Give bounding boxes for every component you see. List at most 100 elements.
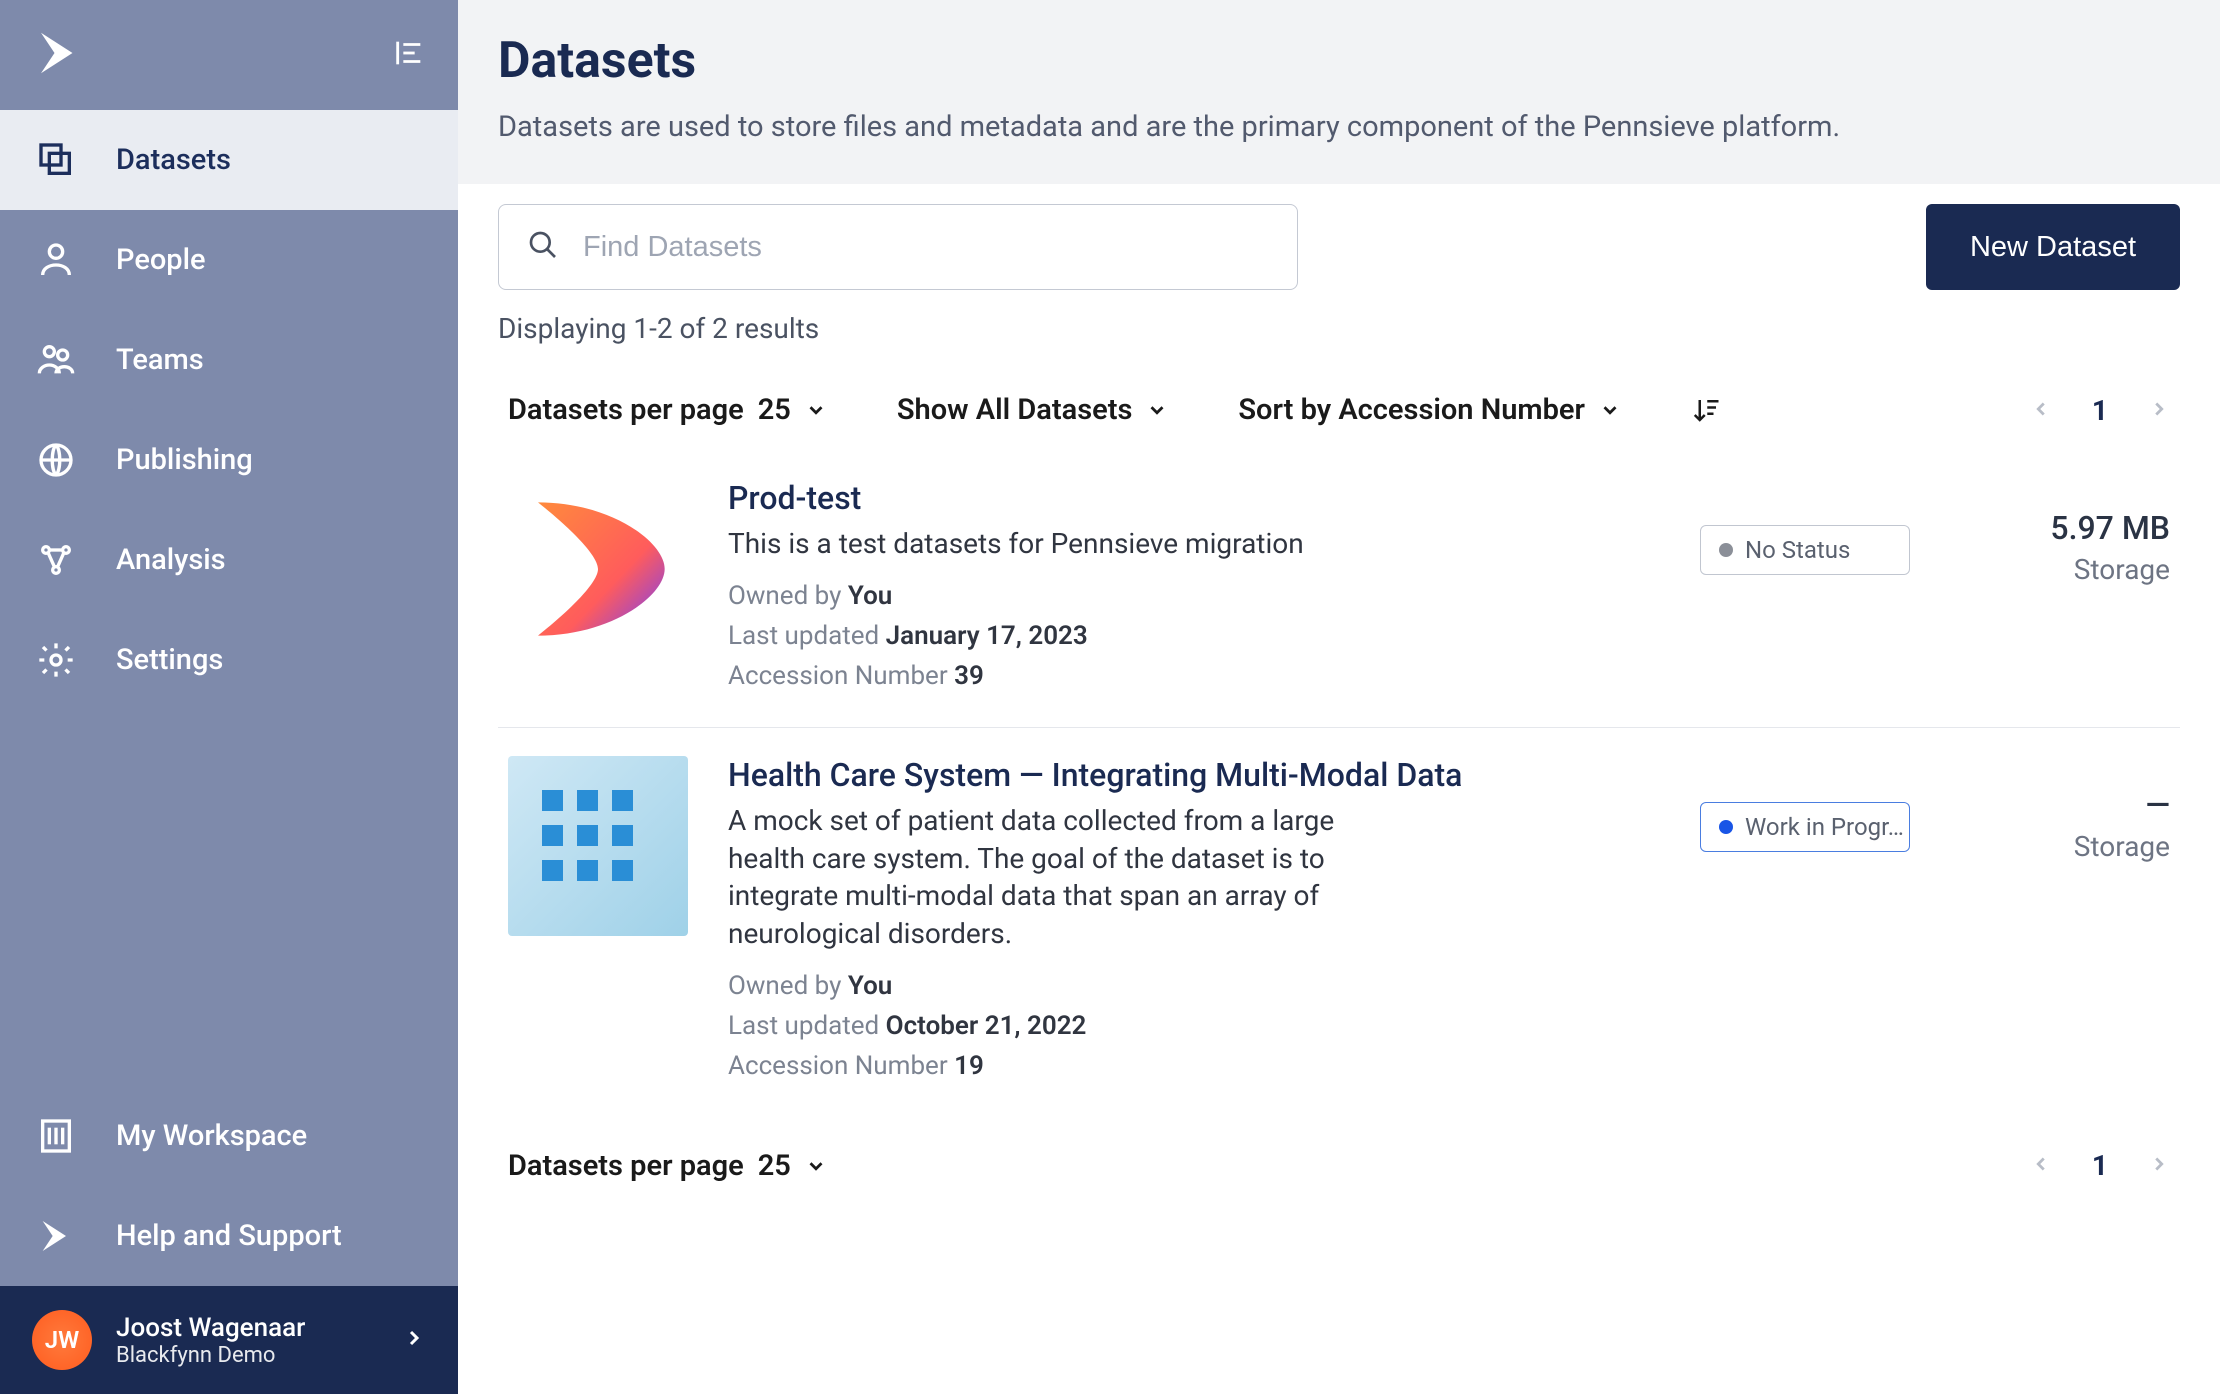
chevron-down-icon <box>805 1155 827 1177</box>
graph-icon <box>36 540 76 580</box>
sidebar-nav: Datasets People Teams Publishing <box>0 110 458 1286</box>
search-icon <box>527 229 559 265</box>
user-footer[interactable]: JW Joost Wagenaar Blackfynn Demo <box>0 1286 458 1394</box>
status-text: No Status <box>1745 536 1850 564</box>
pager-page[interactable]: 1 <box>2092 394 2108 427</box>
sort-dropdown[interactable]: Sort by Accession Number <box>1238 393 1621 427</box>
dataset-description: A mock set of patient data collected fro… <box>728 802 1418 953</box>
dataset-status-col: No Status <box>1700 479 1930 691</box>
pager-prev-icon[interactable] <box>2030 1149 2052 1182</box>
sidebar-item-label: Publishing <box>116 443 253 477</box>
dataset-body: Health Care System — Integrating Multi-M… <box>728 756 1660 1081</box>
dataset-row[interactable]: Health Care System — Integrating Multi-M… <box>498 728 2180 1117</box>
list-controls: Datasets per page 25 Show All Datasets S… <box>498 393 2180 427</box>
dataset-storage-col: — Storage <box>1970 756 2170 1081</box>
show-filter-dropdown[interactable]: Show All Datasets <box>897 393 1169 427</box>
dataset-title[interactable]: Health Care System — Integrating Multi-M… <box>728 756 1630 794</box>
status-badge[interactable]: No Status <box>1700 525 1910 575</box>
page-subtitle: Datasets are used to store files and met… <box>498 110 2160 144</box>
pager-prev-icon[interactable] <box>2030 394 2052 427</box>
dataset-updated: Last updated October 21, 2022 <box>728 1011 1630 1041</box>
pager-top: 1 <box>2030 394 2170 427</box>
sidebar-item-people[interactable]: People <box>0 210 458 310</box>
sidebar-item-settings[interactable]: Settings <box>0 610 458 710</box>
building-icon <box>36 1116 76 1156</box>
dataset-updated: Last updated January 17, 2023 <box>728 621 1630 651</box>
people-icon <box>36 340 76 380</box>
globe-icon <box>36 440 76 480</box>
user-org: Blackfynn Demo <box>116 1343 305 1368</box>
per-page-dropdown-bottom[interactable]: Datasets per page 25 <box>508 1149 827 1183</box>
dataset-owner: Owned by You <box>728 971 1630 1001</box>
page-title: Datasets <box>498 32 2160 90</box>
dataset-list: Prod-test This is a test datasets for Pe… <box>498 451 2180 1117</box>
dataset-row[interactable]: Prod-test This is a test datasets for Pe… <box>498 451 2180 728</box>
sidebar-item-workspace[interactable]: My Workspace <box>0 1086 458 1186</box>
app-logo-icon <box>32 26 86 84</box>
pager-bottom: 1 <box>2030 1149 2170 1182</box>
collapse-sidebar-icon[interactable] <box>392 36 426 74</box>
user-text: Joost Wagenaar Blackfynn Demo <box>116 1313 305 1368</box>
layers-icon <box>36 140 76 180</box>
results-count: Displaying 1-2 of 2 results <box>498 312 2180 345</box>
storage-label: Storage <box>1970 553 2170 586</box>
page-header: Datasets Datasets are used to store file… <box>458 0 2220 184</box>
sidebar-item-label: Settings <box>116 643 223 677</box>
pager-page[interactable]: 1 <box>2092 1149 2108 1182</box>
pager-next-icon[interactable] <box>2148 394 2170 427</box>
sidebar-item-help[interactable]: Help and Support <box>0 1186 458 1286</box>
sidebar: Datasets People Teams Publishing <box>0 0 458 1394</box>
gear-icon <box>36 640 76 680</box>
sidebar-item-label: Teams <box>116 343 204 377</box>
toolbar: New Dataset <box>498 204 2180 290</box>
person-icon <box>36 240 76 280</box>
content: New Dataset Displaying 1-2 of 2 results … <box>458 184 2220 1394</box>
bottom-controls: Datasets per page 25 1 <box>498 1149 2180 1183</box>
chevron-down-icon <box>1146 399 1168 421</box>
sort-label: Sort by Accession Number <box>1238 393 1585 427</box>
show-filter-label: Show All Datasets <box>897 393 1133 427</box>
per-page-dropdown[interactable]: Datasets per page 25 <box>508 393 827 427</box>
status-dot-icon <box>1719 543 1733 557</box>
sidebar-item-label: My Workspace <box>116 1119 307 1153</box>
logo-small-icon <box>36 1216 76 1256</box>
dataset-description: This is a test datasets for Pennsieve mi… <box>728 525 1418 563</box>
storage-value: 5.97 MB <box>1970 509 2170 547</box>
sidebar-item-label: Help and Support <box>116 1219 342 1253</box>
per-page-label: Datasets per page <box>508 1149 744 1183</box>
dataset-accession: Accession Number 19 <box>728 1051 1630 1081</box>
status-text: Work in Progr… <box>1745 813 1904 841</box>
sidebar-item-analysis[interactable]: Analysis <box>0 510 458 610</box>
dataset-thumbnail <box>508 756 688 936</box>
chevron-down-icon <box>1599 399 1621 421</box>
per-page-label: Datasets per page <box>508 393 744 427</box>
per-page-value: 25 <box>758 393 791 427</box>
sort-direction-icon[interactable] <box>1691 395 1721 425</box>
dataset-accession: Accession Number 39 <box>728 661 1630 691</box>
sidebar-item-label: Datasets <box>116 143 231 177</box>
chevron-right-icon <box>402 1326 426 1354</box>
search-box[interactable] <box>498 204 1298 290</box>
sidebar-header <box>0 0 458 110</box>
chevron-down-icon <box>805 399 827 421</box>
storage-label: Storage <box>1970 830 2170 863</box>
sidebar-item-publishing[interactable]: Publishing <box>0 410 458 510</box>
sidebar-item-label: People <box>116 243 206 277</box>
sidebar-item-datasets[interactable]: Datasets <box>0 110 458 210</box>
status-dot-icon <box>1719 820 1733 834</box>
sidebar-item-label: Analysis <box>116 543 226 577</box>
dataset-storage-col: 5.97 MB Storage <box>1970 479 2170 691</box>
per-page-value: 25 <box>758 1149 791 1183</box>
search-input[interactable] <box>583 231 1269 264</box>
dataset-title[interactable]: Prod-test <box>728 479 1630 517</box>
dataset-status-col: Work in Progr… <box>1700 756 1930 1081</box>
storage-value: — <box>1970 786 2170 824</box>
pager-next-icon[interactable] <box>2148 1149 2170 1182</box>
new-dataset-button[interactable]: New Dataset <box>1926 204 2180 290</box>
main: Datasets Datasets are used to store file… <box>458 0 2220 1394</box>
sidebar-item-teams[interactable]: Teams <box>0 310 458 410</box>
avatar: JW <box>32 1310 92 1370</box>
dataset-owner: Owned by You <box>728 581 1630 611</box>
dataset-thumbnail <box>508 479 688 659</box>
status-badge[interactable]: Work in Progr… <box>1700 802 1910 852</box>
